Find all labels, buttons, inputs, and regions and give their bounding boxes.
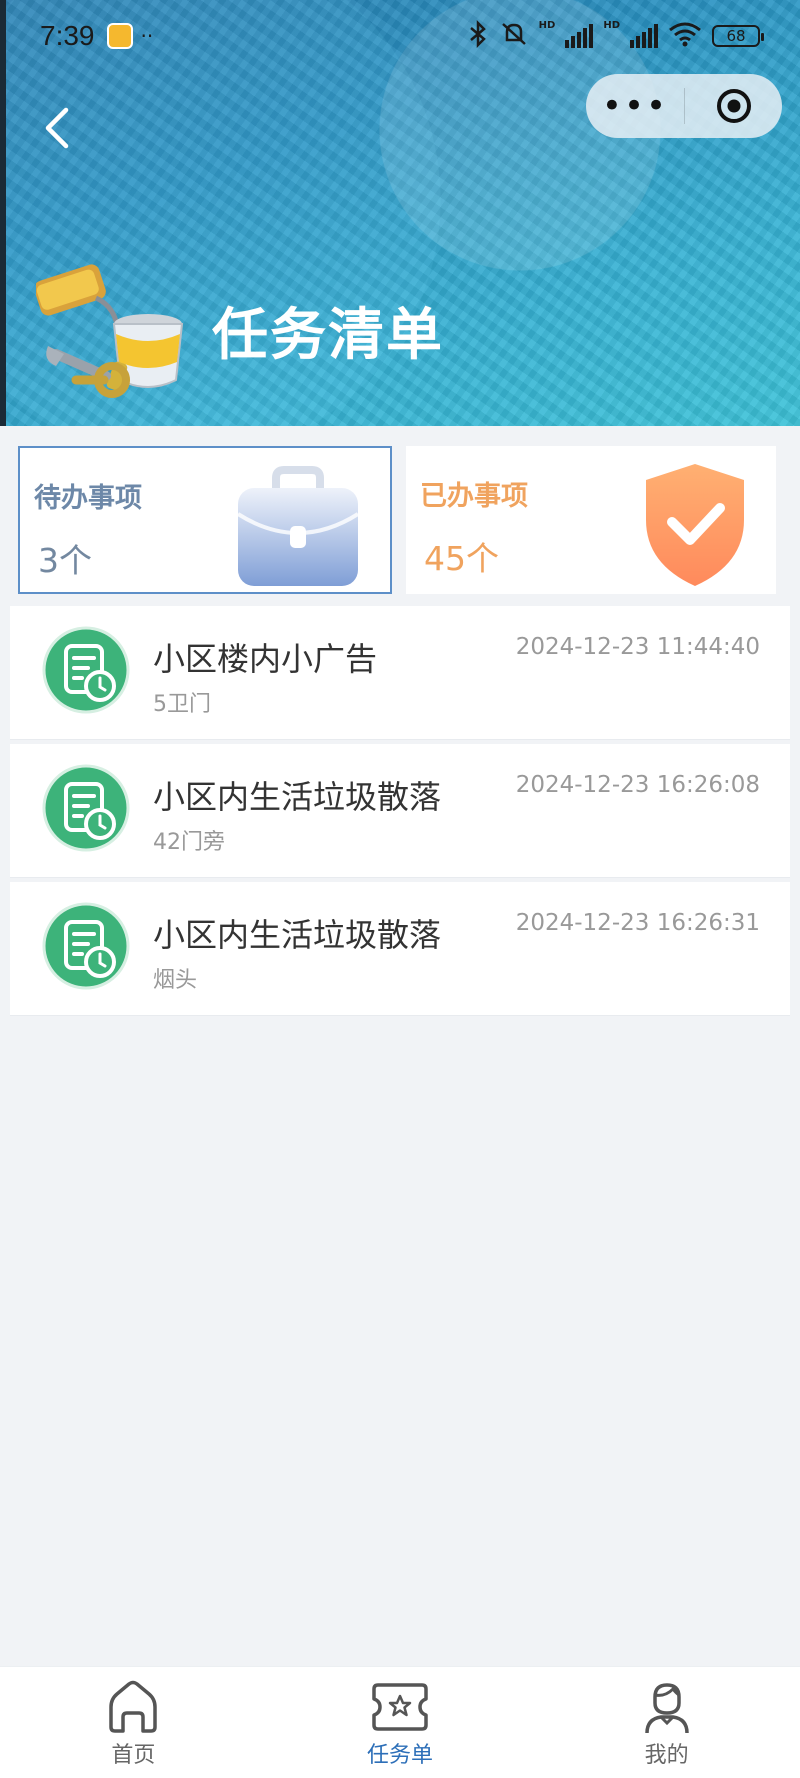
task-clock-icon: [42, 764, 130, 852]
task-item[interactable]: 小区内生活垃圾散落 烟头 2024-12-23 16:26:31: [10, 882, 790, 1016]
task-time: 2024-12-23 16:26:31: [515, 910, 760, 936]
task-clock-icon: [42, 902, 130, 990]
hd-label: HD: [603, 19, 620, 31]
tab-task-list[interactable]: 任务单: [267, 1667, 534, 1778]
task-location: 42门旁: [153, 830, 225, 855]
task-title: 小区楼内小广告: [153, 640, 378, 678]
pending-label: 待办事项: [34, 483, 142, 514]
task-location: 烟头: [153, 968, 198, 993]
task-title: 小区内生活垃圾散落: [153, 778, 442, 816]
task-time: 2024-12-23 11:44:40: [515, 634, 760, 660]
task-item[interactable]: 小区楼内小广告 5卫门 2024-12-23 11:44:40: [10, 606, 790, 740]
task-clock-icon: [42, 626, 130, 714]
tab-home[interactable]: 首页: [0, 1667, 267, 1778]
pending-count: 3个: [38, 541, 92, 580]
more-button[interactable]: •••: [586, 89, 684, 123]
miniprogram-capsule: •••: [586, 74, 782, 138]
task-list: 小区楼内小广告 5卫门 2024-12-23 11:44:40 小区内生活垃圾散…: [10, 606, 790, 1020]
chevron-left-icon: [45, 107, 69, 149]
done-tasks-card[interactable]: 已办事项 45个: [406, 446, 776, 594]
tab-home-label: 首页: [111, 1743, 156, 1768]
task-time: 2024-12-23 16:26:08: [515, 772, 760, 798]
task-title: 小区内生活垃圾散落: [153, 916, 442, 954]
home-icon: [109, 1680, 158, 1733]
page-title: 任务清单: [212, 303, 444, 368]
pending-tasks-card[interactable]: 待办事项 3个: [18, 446, 392, 594]
tab-me-label: 我的: [644, 1743, 689, 1768]
status-bar: 7:39 ·· HD HD 68: [0, 0, 800, 72]
hd-label: HD: [538, 19, 556, 31]
status-more-dots: ··: [140, 24, 154, 48]
close-miniprogram-button[interactable]: [685, 87, 782, 125]
tab-me[interactable]: 我的: [533, 1667, 800, 1778]
user-icon: [644, 1683, 689, 1734]
tab-task-list-label: 任务单: [367, 1743, 434, 1768]
status-time: 7:39: [40, 20, 95, 51]
signal-icon: [630, 24, 658, 48]
header-banner: 7:39 ·· HD HD 68 ••• 任务清单: [0, 0, 800, 426]
shield-check-icon: [640, 460, 750, 592]
task-list-icon: [372, 1683, 428, 1731]
bluetooth-icon: [467, 19, 489, 53]
mute-icon: [499, 20, 529, 53]
back-button[interactable]: [38, 104, 78, 152]
done-count: 45个: [424, 539, 499, 578]
signal-icon: [565, 24, 594, 48]
task-item[interactable]: 小区内生活垃圾散落 42门旁 2024-12-23 16:26:08: [10, 744, 790, 878]
done-label: 已办事项: [420, 481, 528, 512]
battery-icon: 68: [712, 25, 764, 47]
wifi-icon: [668, 21, 702, 52]
task-location: 5卫门: [153, 692, 211, 717]
briefcase-icon: [232, 462, 364, 594]
target-icon: [716, 89, 751, 123]
notification-app-icon: [106, 23, 133, 49]
more-dots-icon: •••: [601, 86, 669, 126]
tools-illustration: [34, 262, 196, 412]
bottom-tab-bar: 首页 任务单 我的: [0, 1666, 800, 1778]
